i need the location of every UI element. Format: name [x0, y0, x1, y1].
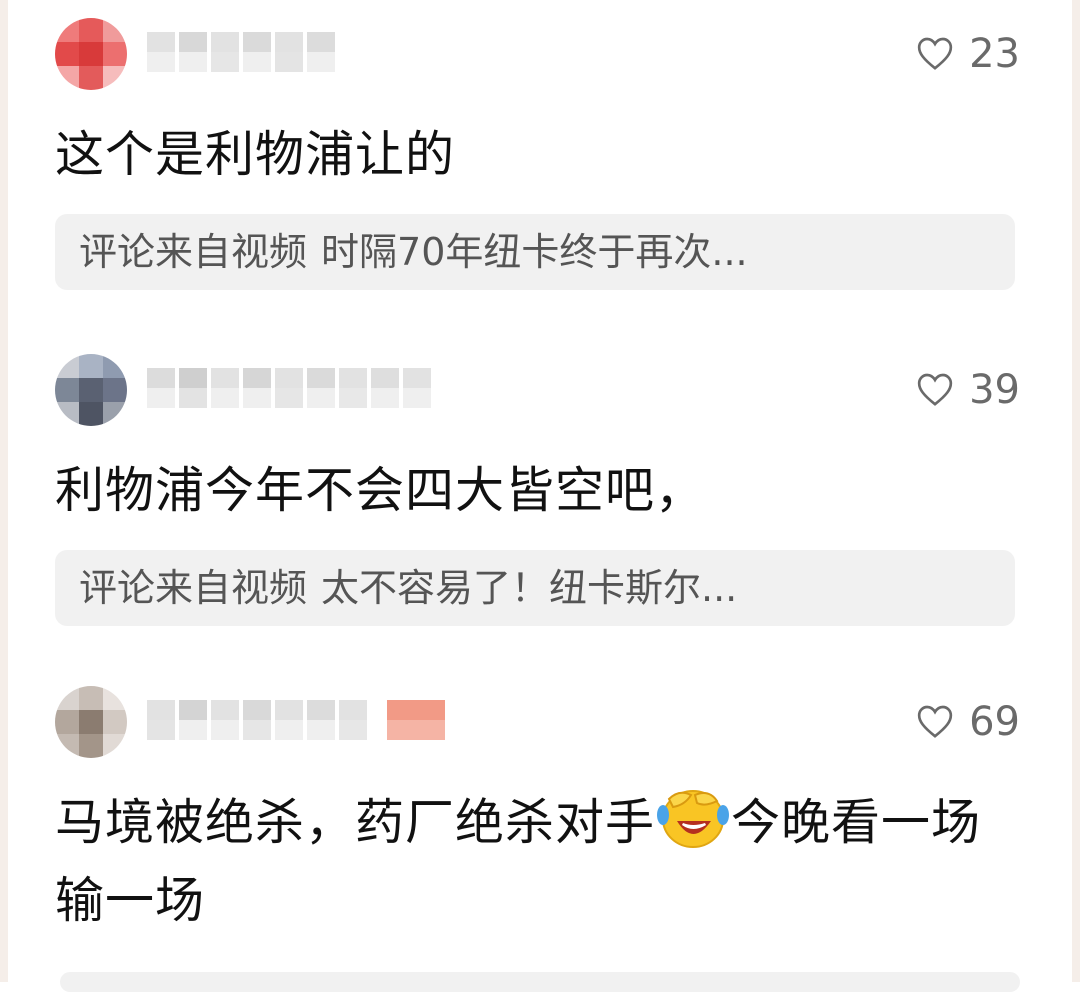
heart-outline-icon	[917, 37, 953, 70]
avatar[interactable]	[55, 18, 127, 90]
comment-header: 39	[55, 350, 1020, 430]
like-count: 69	[969, 699, 1020, 745]
comment-text: 利物浦今年不会四大皆空吧，	[55, 462, 706, 519]
left-edge	[0, 0, 8, 982]
comment-text: 这个是利物浦让的	[55, 126, 456, 183]
comment-text-part1: 马境被绝杀，药厂绝杀对手	[55, 794, 656, 851]
comment-item: 23 这个是利物浦让的 评论来自视频 时隔70年纽卡终于再次...	[55, 14, 1020, 290]
comment-item: 69 马境被绝杀，药厂绝杀对手 今晚看一场输一场	[55, 682, 1020, 940]
right-edge	[1072, 0, 1080, 982]
like-count: 23	[969, 31, 1020, 77]
avatar[interactable]	[55, 354, 127, 426]
reference-prefix: 评论来自视频	[79, 566, 308, 610]
like-count: 39	[969, 367, 1020, 413]
avatar[interactable]	[55, 686, 127, 758]
comment-header: 23	[55, 14, 1020, 94]
username-blurred[interactable]	[147, 700, 447, 740]
username-blurred[interactable]	[147, 32, 447, 72]
heart-outline-icon	[917, 705, 953, 738]
reference-title: 时隔70年纽卡终于再次...	[321, 230, 748, 274]
video-reference-partial[interactable]	[60, 972, 1020, 992]
like-button[interactable]: 39	[915, 367, 1020, 413]
reference-prefix: 评论来自视频	[79, 230, 308, 274]
like-button[interactable]: 23	[915, 31, 1020, 77]
video-reference[interactable]: 评论来自视频 太不容易了！纽卡斯尔...	[55, 550, 1015, 626]
comment-header: 69	[55, 682, 1020, 762]
heart-outline-icon	[917, 373, 953, 406]
username-blurred[interactable]	[147, 368, 447, 408]
laughing-crying-emoji-icon	[655, 785, 731, 849]
reference-title: 太不容易了！纽卡斯尔...	[321, 566, 738, 610]
comment-text: 马境被绝杀，药厂绝杀对手 今晚看一场输一场	[55, 784, 1020, 940]
like-button[interactable]: 69	[915, 699, 1020, 745]
video-reference[interactable]: 评论来自视频 时隔70年纽卡终于再次...	[55, 214, 1015, 290]
comment-item: 39 利物浦今年不会四大皆空吧， 评论来自视频 太不容易了！纽卡斯尔...	[55, 350, 1020, 626]
